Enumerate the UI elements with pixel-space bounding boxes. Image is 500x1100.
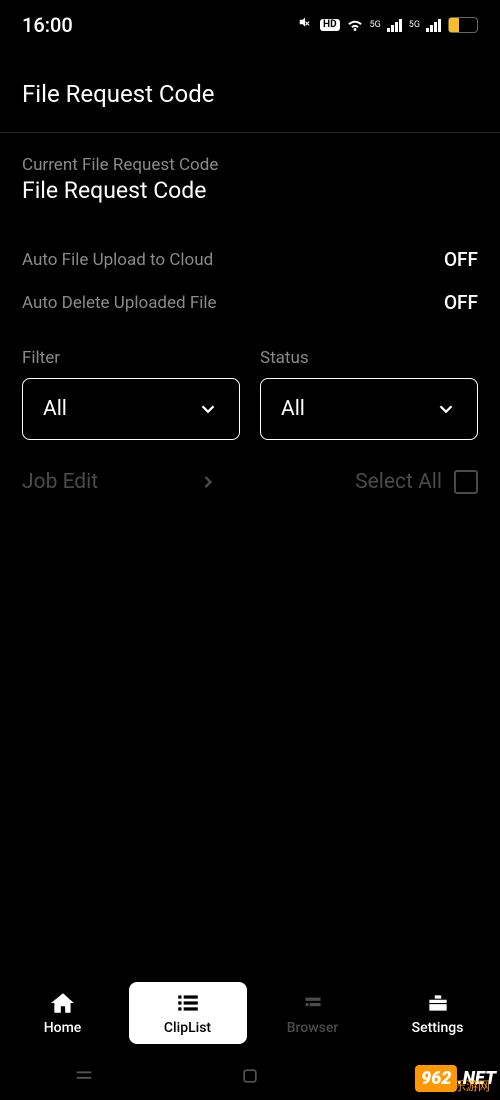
nav-cliplist-label: ClipList — [164, 1020, 211, 1036]
signal-icon — [387, 18, 403, 32]
auto-upload-value: OFF — [444, 248, 478, 271]
wifi-icon — [346, 16, 364, 34]
battery-icon: 35 — [448, 17, 478, 33]
current-code-label: Current File Request Code — [22, 155, 478, 175]
status-icons: HD 5G 5G 35 — [296, 16, 478, 34]
auto-delete-row[interactable]: Auto Delete Uploaded File OFF — [0, 281, 500, 324]
status-group: Status All — [260, 348, 478, 440]
nav-settings-label: Settings — [412, 1020, 464, 1036]
select-all-control[interactable]: Select All — [355, 470, 478, 494]
nav-home[interactable]: Home — [4, 982, 122, 1044]
mute-icon — [296, 16, 314, 34]
auto-delete-value: OFF — [444, 291, 478, 314]
network-5g-label: 5G — [370, 20, 381, 30]
nav-cliplist[interactable]: ClipList — [129, 982, 247, 1044]
home-icon — [50, 990, 76, 1016]
bottom-nav: Home ClipList Browser Settings — [0, 974, 500, 1052]
chevron-right-icon — [198, 472, 218, 492]
status-label: Status — [260, 348, 478, 368]
status-bar: 16:00 HD 5G 5G 35 — [0, 0, 500, 46]
filter-dropdown[interactable]: All — [22, 378, 240, 440]
recent-apps-icon[interactable] — [73, 1065, 95, 1087]
job-edit-button[interactable]: Job Edit — [22, 470, 218, 494]
clock: 16:00 — [22, 13, 73, 37]
select-all-label: Select All — [355, 470, 442, 494]
auto-upload-label: Auto File Upload to Cloud — [22, 250, 213, 270]
browser-icon — [300, 990, 326, 1016]
actions-row: Job Edit Select All — [0, 440, 500, 494]
list-icon — [175, 990, 201, 1016]
filter-label: Filter — [22, 348, 240, 368]
network-5g-label-2: 5G — [409, 20, 420, 30]
watermark-sub: 乐游网 — [454, 1077, 490, 1094]
current-code-value: File Request Code — [22, 177, 478, 204]
auto-delete-label: Auto Delete Uploaded File — [22, 293, 217, 313]
home-nav-icon[interactable] — [240, 1066, 260, 1086]
toolbox-icon — [425, 990, 451, 1016]
signal-icon-2 — [426, 18, 442, 32]
nav-home-label: Home — [44, 1020, 82, 1036]
nav-settings[interactable]: Settings — [379, 982, 497, 1044]
filters-row: Filter All Status All — [0, 324, 500, 440]
page-title: File Request Code — [0, 46, 500, 132]
status-value: All — [281, 397, 305, 421]
chevron-down-icon — [435, 398, 457, 420]
job-edit-label: Job Edit — [22, 470, 98, 494]
chevron-down-icon — [197, 398, 219, 420]
hd-badge: HD — [320, 19, 340, 31]
select-all-checkbox[interactable] — [454, 470, 478, 494]
filter-group: Filter All — [22, 348, 240, 440]
nav-browser-label: Browser — [287, 1020, 339, 1036]
status-dropdown[interactable]: All — [260, 378, 478, 440]
filter-value: All — [43, 397, 67, 421]
watermark: 962 .NET 乐游网 — [415, 1065, 496, 1092]
nav-browser[interactable]: Browser — [254, 982, 372, 1044]
watermark-num: 962 — [415, 1065, 457, 1092]
auto-upload-row[interactable]: Auto File Upload to Cloud OFF — [0, 238, 500, 281]
current-code-section: Current File Request Code File Request C… — [0, 133, 500, 204]
